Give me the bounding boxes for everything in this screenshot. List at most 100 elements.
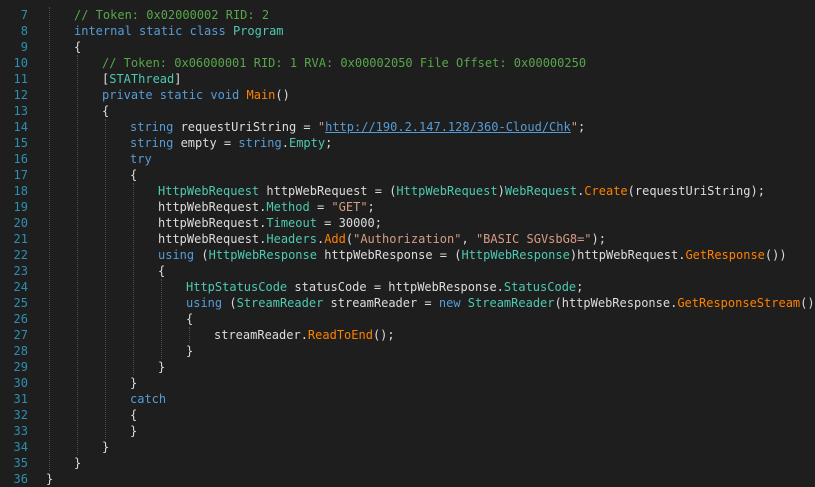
code-text: HttpWebRequest httpWebRequest = (HttpWeb…: [158, 183, 765, 199]
code-token: {: [130, 408, 138, 422]
code-token: HttpStatusCode: [186, 280, 295, 294]
code-token: ;: [577, 120, 586, 134]
code-token: catch: [130, 392, 167, 406]
code-line: 21 httpWebRequest.Headers.Add("Authorizat…: [0, 231, 815, 247]
code-token: ();: [372, 328, 395, 342]
code-token: ;: [576, 280, 584, 294]
code-token: streamReader =: [330, 296, 439, 310]
code-text: // Token: 0x06000001 RID: 1 RVA: 0x00002…: [102, 55, 586, 71]
code-token: ;: [325, 136, 333, 150]
code-editor[interactable]: 7 // Token: 0x02000002 RID: 2 8 internal st…: [0, 0, 815, 486]
code-token: streamReader.: [214, 328, 308, 342]
code-text: catch: [130, 391, 166, 407]
code-token: (requestUriString);: [627, 184, 765, 198]
line-number: 26: [13, 312, 28, 326]
code-line: 29}: [0, 359, 815, 375]
code-token: Empty: [288, 136, 326, 150]
line-number: 33: [13, 424, 28, 438]
code-token: "GET": [331, 200, 368, 214]
line-number: 15: [13, 136, 28, 150]
code-token: // Token: 0x02000002 RID: 2: [74, 8, 270, 22]
code-text: }: [74, 455, 81, 471]
code-text: string empty = string.Empty;: [130, 135, 332, 151]
code-token: )httpWebRequest.: [569, 248, 686, 262]
code-line: 36}: [0, 471, 815, 487]
code-line: 7 // Token: 0x02000002 RID: 2: [0, 7, 815, 23]
code-token: }: [130, 376, 138, 390]
code-token: string: [238, 136, 282, 150]
code-token: httpWebRequest.: [158, 200, 267, 214]
indent-guide: [161, 279, 162, 359]
line-number: 10: [13, 56, 28, 70]
code-token: Headers: [266, 232, 317, 246]
code-token: Program: [232, 24, 284, 38]
code-token: using: [186, 296, 230, 310]
line-number: 17: [13, 168, 28, 182]
line-number: 13: [13, 104, 28, 118]
code-token: }: [130, 424, 138, 438]
code-line: 32 {: [0, 407, 815, 423]
code-text: // Token: 0x02000002 RID: 2: [74, 7, 269, 23]
line-number: 32: [13, 408, 28, 422]
code-text: internal static class Program: [74, 23, 284, 39]
line-number: 12: [13, 88, 28, 102]
code-line: 34}: [0, 439, 815, 455]
code-token: }: [102, 440, 110, 454]
line-number: 29: [13, 360, 28, 374]
code-token: (: [201, 248, 209, 262]
code-token: ": [317, 120, 326, 134]
line-number: 21: [13, 232, 28, 246]
code-token: ]: [174, 72, 182, 86]
code-text: using (HttpWebResponse httpWebResponse =…: [158, 247, 787, 263]
code-text: httpWebRequest.Headers.Add("Authorizatio…: [158, 231, 606, 247]
code-token: {: [158, 264, 166, 278]
code-text: HttpStatusCode statusCode = httpWebRespo…: [186, 279, 583, 295]
indent-guide: [133, 183, 134, 375]
line-number: 30: [13, 376, 28, 390]
code-token: HttpWebResponse: [461, 248, 570, 262]
line-number: 34: [13, 440, 28, 454]
code-token: "BASIC SGVsbG8=": [475, 232, 592, 246]
code-token: GetResponse: [685, 248, 765, 262]
line-number: 14: [13, 120, 28, 134]
code-line: 18 HttpWebRequest httpWebRequest = (HttpW…: [0, 183, 815, 199]
code-line: 31 catch: [0, 391, 815, 407]
code-line: 30}: [0, 375, 815, 391]
line-number: 24: [13, 280, 28, 294]
line-number: 16: [13, 152, 28, 166]
code-token: {: [130, 168, 138, 182]
code-text: {: [74, 39, 81, 55]
code-text: httpWebRequest.Timeout = 30000;: [158, 215, 382, 231]
code-token: HttpWebRequest: [396, 184, 498, 198]
line-number: 36: [13, 472, 28, 486]
code-line: 24 HttpStatusCode statusCode = httpWebRes…: [0, 279, 815, 295]
code-line: 13 {: [0, 103, 815, 119]
url-link[interactable]: http://190.2.147.128/360-Cloud/Chk: [325, 120, 571, 134]
code-text: }: [130, 423, 137, 439]
line-number: 22: [13, 248, 28, 262]
line-number: 20: [13, 216, 28, 230]
line-number: 28: [13, 344, 28, 358]
code-text: }: [158, 359, 165, 375]
code-text: {: [130, 167, 137, 183]
code-token: StreamReader: [236, 296, 331, 310]
code-text: private static void Main(): [102, 87, 290, 103]
code-token: {: [74, 40, 82, 54]
code-token: = 30000;: [316, 216, 382, 230]
code-token: HttpWebResponse: [208, 248, 325, 262]
indent-guide: [49, 7, 50, 471]
code-token: STAThread: [109, 72, 175, 86]
code-token: ReadToEnd: [307, 328, 373, 342]
code-token: ())): [800, 296, 815, 310]
code-token: httpWebResponse = (: [324, 248, 462, 262]
code-token: ,: [461, 232, 476, 246]
code-token: {: [102, 104, 110, 118]
code-token: ()): [764, 248, 787, 262]
code-token: ): [497, 184, 505, 198]
code-line: 33}: [0, 423, 815, 439]
code-line: 16 try: [0, 151, 815, 167]
code-text: }: [186, 343, 193, 359]
code-text: {: [102, 103, 109, 119]
code-line: 26 {: [0, 311, 815, 327]
code-token: httpWebRequest.: [158, 232, 267, 246]
